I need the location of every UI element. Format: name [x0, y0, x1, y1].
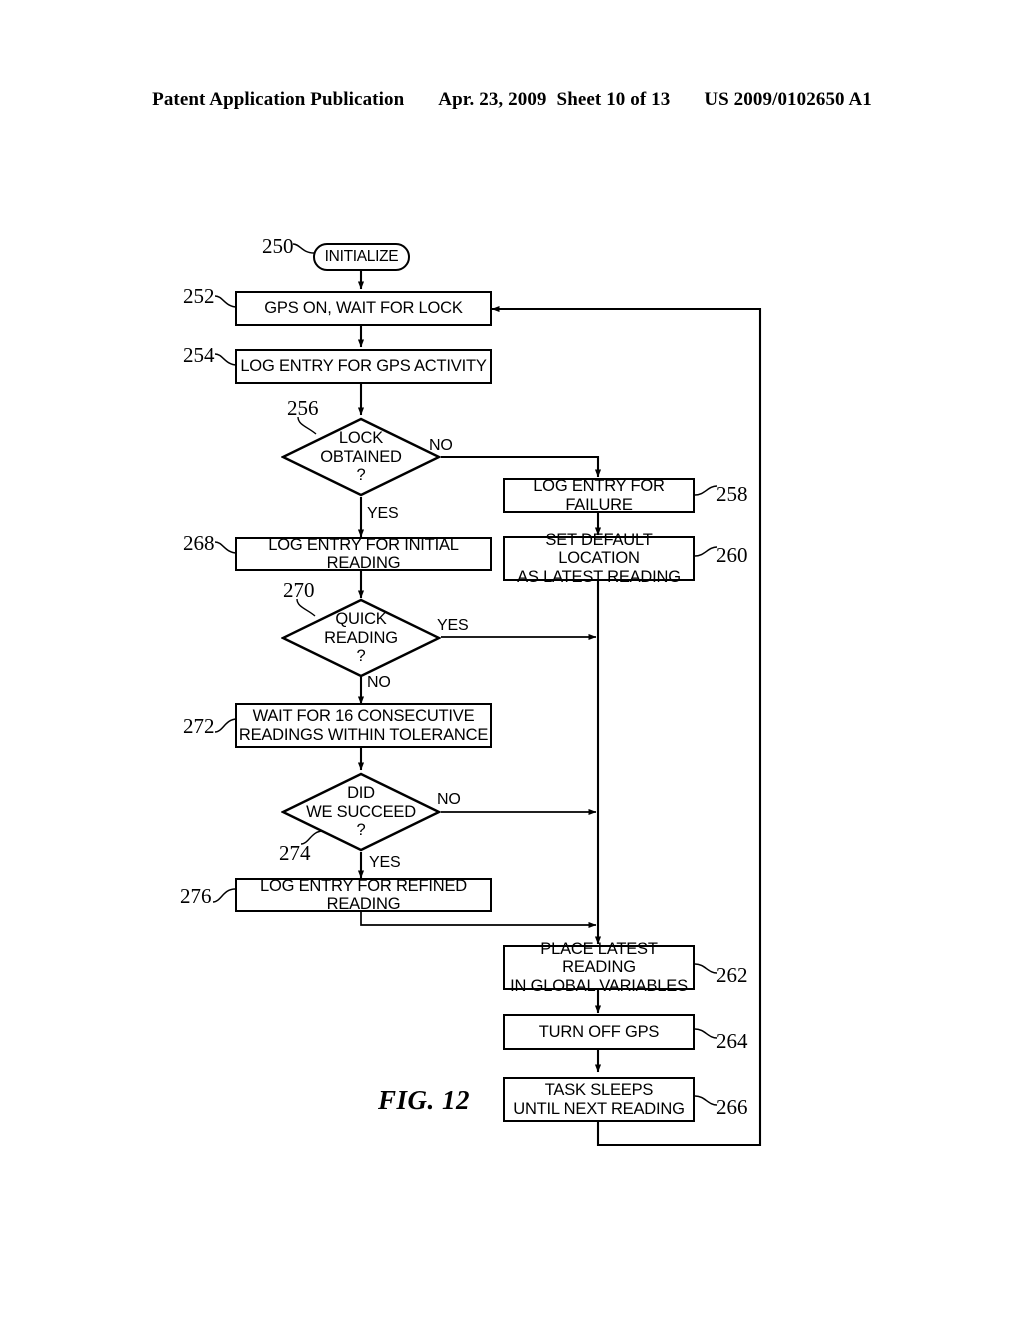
node-256-label: LOCK OBTAINED ? [320, 428, 402, 485]
node-274-label: DID WE SUCCEED ? [306, 783, 416, 840]
ref-leader-260 [694, 546, 718, 557]
node-268-label: LOG ENTRY FOR INITIAL READING [268, 535, 459, 572]
node-wait-for-consecutive-readings: WAIT FOR 16 CONSECUTIVE READINGS WITHIN … [235, 703, 492, 748]
branch-label-quick-no: NO [367, 674, 391, 691]
node-place-latest-reading: PLACE LATEST READING IN GLOBAL VARIABLES [503, 940, 695, 995]
node-258-label: LOG ENTRY FOR FAILURE [533, 477, 665, 514]
ref-leader-272 [214, 718, 238, 733]
node-252-label: GPS ON, WAIT FOR LOCK [264, 299, 463, 318]
branch-label-lock-yes: YES [367, 505, 399, 522]
node-set-default-location: SET DEFAULT LOCATION AS LATEST READING [503, 531, 695, 586]
node-task-sleeps: TASK SLEEPS UNTIL NEXT READING [503, 1077, 695, 1122]
ref-leader-268 [214, 541, 238, 554]
ref-252: 252 [183, 284, 215, 308]
node-lock-obtained-decision: LOCK OBTAINED ? [281, 417, 441, 497]
node-log-entry-gps-activity: LOG ENTRY FOR GPS ACTIVITY [235, 349, 492, 384]
node-did-we-succeed-decision: DID WE SUCCEED ? [281, 772, 441, 852]
ref-254: 254 [183, 343, 215, 367]
ref-262: 262 [716, 963, 748, 987]
ref-264: 264 [716, 1029, 748, 1053]
node-quick-reading-decision: QUICK READING ? [281, 598, 441, 678]
ref-250: 250 [262, 234, 294, 258]
ref-260: 260 [716, 543, 748, 567]
node-initialize: INITIALIZE [313, 243, 410, 271]
flowchart-connectors [357, 271, 762, 1147]
node-254-label: LOG ENTRY FOR GPS ACTIVITY [240, 357, 487, 376]
ref-leader-250 [292, 243, 315, 254]
flowchart-figure: INITIALIZE 250 GPS ON, WAIT FOR LOCK 252… [0, 0, 1024, 1320]
ref-leader-258 [694, 485, 718, 496]
ref-leader-252 [214, 295, 238, 308]
node-log-entry-for-failure: LOG ENTRY FOR FAILURE [503, 477, 695, 514]
ref-leader-266 [694, 1095, 718, 1106]
node-log-entry-initial-reading: LOG ENTRY FOR INITIAL READING [235, 535, 492, 572]
ref-leader-276 [212, 888, 236, 903]
node-log-entry-refined-reading: LOG ENTRY FOR REFINED READING [235, 876, 492, 913]
node-270-label: QUICK READING ? [324, 609, 398, 666]
ref-leader-262 [694, 963, 718, 974]
ref-leader-254 [214, 353, 238, 366]
node-260-label: SET DEFAULT LOCATION AS LATEST READING [517, 530, 681, 586]
ref-276: 276 [180, 884, 212, 908]
ref-268: 268 [183, 531, 215, 555]
ref-272: 272 [183, 714, 215, 738]
ref-258: 258 [716, 482, 748, 506]
node-turn-off-gps: TURN OFF GPS [503, 1014, 695, 1050]
node-gps-on-wait-for-lock: GPS ON, WAIT FOR LOCK [235, 291, 492, 326]
node-272-label: WAIT FOR 16 CONSECUTIVE READINGS WITHIN … [238, 707, 489, 744]
node-276-label: LOG ENTRY FOR REFINED READING [260, 876, 467, 913]
node-264-label: TURN OFF GPS [538, 1022, 660, 1041]
ref-leader-264 [694, 1028, 718, 1039]
branch-label-quick-yes: YES [437, 617, 469, 634]
branch-label-succeed-yes: YES [369, 854, 401, 871]
figure-caption: FIG. 12 [378, 1085, 471, 1115]
node-initialize-label: INITIALIZE [324, 248, 399, 266]
node-266-label: TASK SLEEPS UNTIL NEXT READING [513, 1081, 685, 1118]
node-262-label: PLACE LATEST READING IN GLOBAL VARIABLES [510, 939, 688, 995]
ref-266: 266 [716, 1095, 748, 1119]
